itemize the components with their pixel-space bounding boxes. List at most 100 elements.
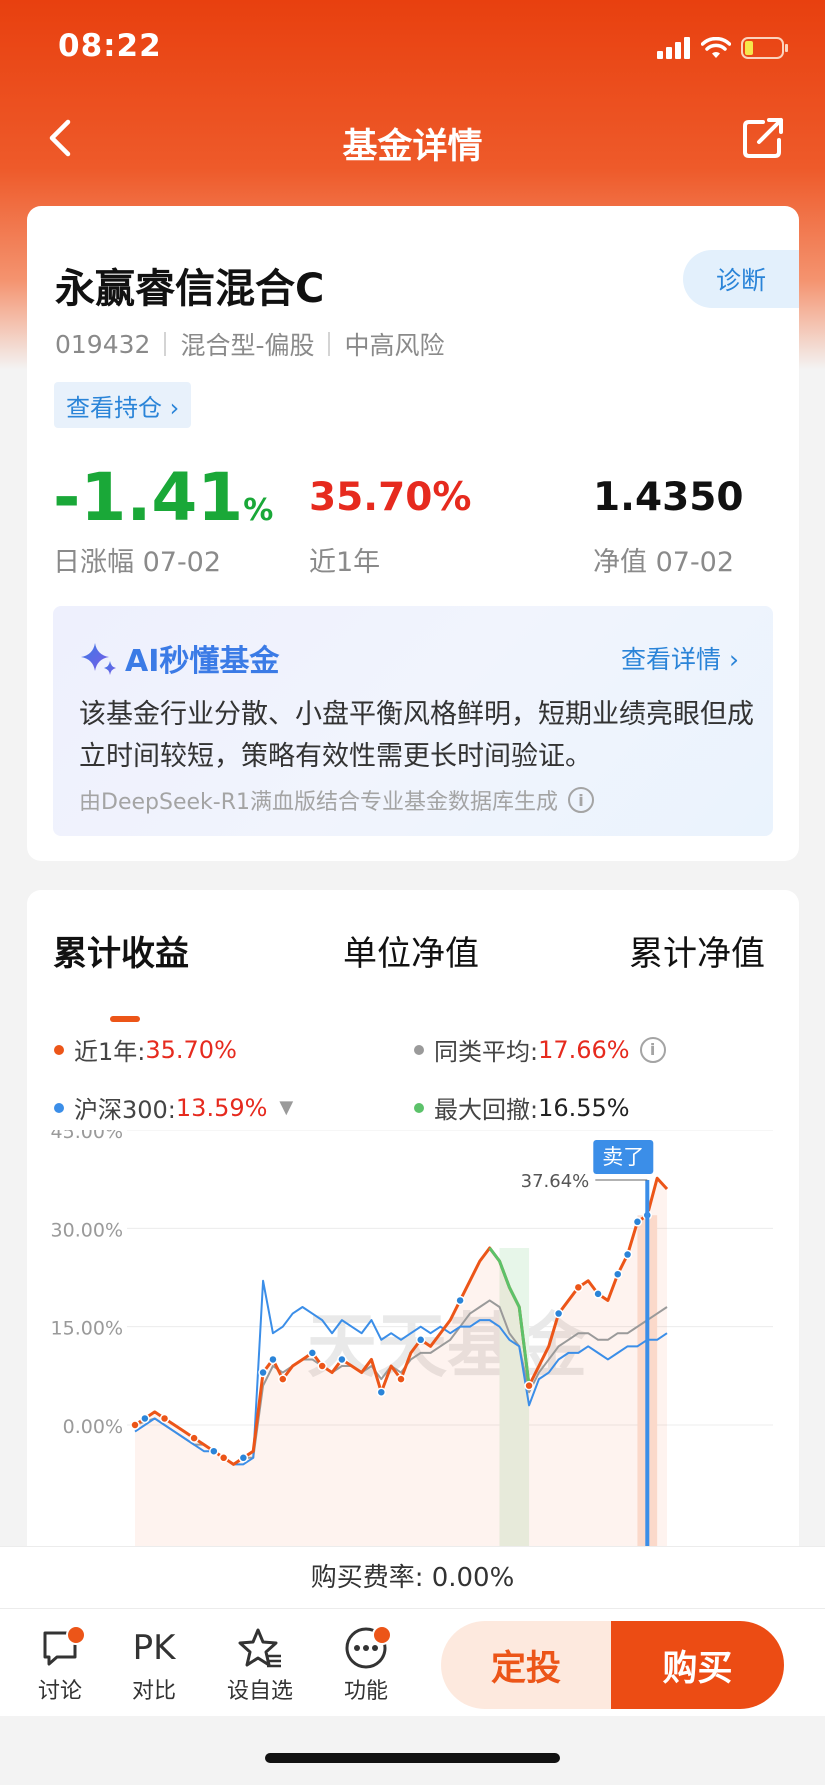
buy-marker bbox=[337, 1354, 347, 1365]
legend-dot bbox=[54, 1044, 64, 1055]
ai-summary-box[interactable]: AI秒懂基金 查看详情 › 该基金行业分散、小盘平衡风格鲜明，短期业绩亮眼但成立… bbox=[53, 606, 773, 836]
star-icon-wrap bbox=[220, 1623, 300, 1673]
active-tab-indicator bbox=[110, 1016, 140, 1022]
home-indicator bbox=[265, 1753, 560, 1763]
purchase-fee: 购买费率: 0.00% bbox=[0, 1546, 825, 1608]
functions-label: 功能 bbox=[343, 1679, 388, 1704]
ai-summary-text: 该基金行业分散、小盘平衡风格鲜明，短期业绩亮眼但成立时间较短，策略有效性需更长时… bbox=[79, 699, 754, 772]
tab-cumulative-nav[interactable]: 累计净值 bbox=[629, 926, 765, 975]
purchase-buttons: 定投 购买 bbox=[441, 1621, 784, 1709]
legend-value: 16.55% bbox=[538, 1093, 630, 1122]
fund-meta: 019432 混合型-偏股 中高风险 bbox=[55, 326, 444, 362]
buy-marker bbox=[622, 1249, 633, 1260]
sell-tag: 卖了 bbox=[602, 1145, 644, 1169]
status-icons bbox=[657, 34, 789, 62]
functions-button[interactable]: 功能 bbox=[326, 1623, 406, 1705]
status-time: 08:22 bbox=[58, 28, 162, 64]
legend-label: 沪深300: bbox=[74, 1096, 176, 1124]
fund-type: 混合型-偏股 bbox=[180, 331, 315, 360]
sell-marker bbox=[524, 1380, 534, 1391]
status-bar: 08:22 bbox=[0, 0, 825, 100]
ai-source-text: 由DeepSeek-R1满血版结合专业基金数据库生成 bbox=[79, 790, 558, 815]
fund-risk: 中高风险 bbox=[344, 331, 445, 360]
legend-one-year: 近1年: 35.70% bbox=[54, 1032, 237, 1067]
buy-marker bbox=[258, 1367, 268, 1378]
nav-value: 1.4350 bbox=[593, 475, 744, 520]
fund-name: 永赢睿信混合C bbox=[55, 266, 325, 312]
sell-marker bbox=[218, 1453, 229, 1463]
view-holdings-button[interactable]: 查看持仓 › bbox=[54, 382, 192, 428]
info-icon[interactable]: i bbox=[639, 1036, 666, 1063]
compare-label: 对比 bbox=[131, 1679, 176, 1704]
buy-marker bbox=[376, 1387, 387, 1397]
fund-code: 019432 bbox=[55, 329, 151, 359]
legend-value: 13.59% bbox=[175, 1093, 268, 1122]
tab-unit-nav[interactable]: 单位净值 bbox=[343, 926, 479, 975]
tab-cumulative-return[interactable]: 累计收益 bbox=[53, 926, 189, 975]
compare-button[interactable]: PK 对比 bbox=[114, 1623, 194, 1705]
sell-marker bbox=[317, 1361, 327, 1371]
year-return-value: 35.70% bbox=[309, 475, 472, 520]
legend-value: 35.70% bbox=[145, 1035, 237, 1064]
signal-icon bbox=[657, 37, 690, 59]
buy-marker bbox=[553, 1308, 564, 1319]
pk-icon: PK bbox=[114, 1623, 194, 1673]
chart-tabs: 累计收益 单位净值 累计净值 bbox=[27, 926, 799, 1022]
ai-title: AI秒懂基金 bbox=[79, 636, 279, 680]
discuss-button[interactable]: 讨论 bbox=[20, 1623, 100, 1705]
year-return-label: 近1年 bbox=[309, 547, 381, 578]
return-chart[interactable]: 45.00%30.00%15.00%0.00%天天基金卖了37.64% bbox=[27, 1121, 799, 1550]
y-tick-label: 45.00% bbox=[51, 1130, 123, 1143]
star-icon bbox=[238, 1628, 281, 1668]
share-icon bbox=[743, 118, 783, 158]
legend-label: 最大回撤: bbox=[434, 1096, 539, 1124]
legend-label: 近1年: bbox=[74, 1038, 146, 1066]
bottom-action-bar: 讨论 PK 对比 设自选 功能 定投 购买 bbox=[0, 1608, 825, 1716]
sell-marker bbox=[278, 1374, 288, 1384]
sparkle-icon bbox=[81, 643, 116, 675]
notification-badge bbox=[372, 1625, 392, 1645]
last-value-label: 37.64% bbox=[521, 1171, 590, 1192]
y-tick-label: 0.00% bbox=[63, 1416, 123, 1438]
meta-divider bbox=[164, 332, 167, 356]
legend-label: 同类平均: bbox=[434, 1038, 539, 1066]
discuss-label: 讨论 bbox=[37, 1679, 82, 1704]
auto-invest-button[interactable]: 定投 bbox=[441, 1621, 611, 1709]
legend-csi300[interactable]: 沪深300: 13.59% ▼ bbox=[54, 1090, 293, 1125]
buy-button[interactable]: 购买 bbox=[611, 1621, 784, 1709]
chart-card: 累计收益 单位净值 累计净值 近1年: 35.70% 同类平均: 17.66% … bbox=[27, 890, 799, 1550]
ai-detail-link[interactable]: 查看详情 › bbox=[621, 640, 739, 676]
daily-change-label: 日涨幅 07-02 bbox=[53, 547, 222, 578]
fund-card: 永赢睿信混合C 诊断 019432 混合型-偏股 中高风险 查看持仓 › -1.… bbox=[27, 206, 799, 861]
buy-marker bbox=[209, 1446, 219, 1456]
chart-svg: 45.00%30.00%15.00%0.00%天天基金卖了37.64% bbox=[51, 1121, 773, 1550]
caret-down-icon: ▼ bbox=[279, 1097, 294, 1118]
buy-marker bbox=[593, 1289, 603, 1299]
nav-label: 净值 07-02 bbox=[593, 547, 735, 578]
nav-stat: 1.4350 净值 07-02 bbox=[593, 456, 744, 579]
info-icon[interactable]: i bbox=[567, 787, 594, 813]
legend-category-average: 同类平均: 17.66% i bbox=[414, 1032, 666, 1067]
daily-change-value: -1.41 bbox=[53, 459, 244, 536]
pk-icon-text: PK bbox=[132, 1628, 176, 1668]
diagnose-button[interactable]: 诊断 bbox=[683, 250, 799, 308]
wifi-icon bbox=[701, 37, 731, 58]
sell-marker bbox=[159, 1413, 170, 1424]
buy-marker bbox=[140, 1413, 150, 1424]
buy-marker bbox=[415, 1335, 426, 1345]
year-return-stat: 35.70% 近1年 bbox=[309, 456, 471, 579]
buy-marker bbox=[455, 1295, 465, 1306]
sell-marker bbox=[573, 1282, 584, 1293]
legend-dot bbox=[414, 1044, 424, 1055]
buy-marker bbox=[238, 1453, 249, 1463]
legend-dot bbox=[414, 1102, 424, 1113]
legend-value: 17.66% bbox=[538, 1035, 630, 1064]
add-watchlist-button[interactable]: 设自选 bbox=[220, 1623, 300, 1705]
legend-max-drawdown: 最大回撤: 16.55% bbox=[414, 1090, 630, 1125]
nav-bar: 基金详情 bbox=[0, 100, 825, 180]
sell-marker bbox=[189, 1433, 199, 1443]
y-tick-label: 30.00% bbox=[51, 1219, 123, 1241]
ai-source: 由DeepSeek-R1满血版结合专业基金数据库生成 i bbox=[79, 784, 594, 816]
page-title: 基金详情 bbox=[342, 127, 483, 167]
share-button[interactable] bbox=[741, 116, 787, 160]
